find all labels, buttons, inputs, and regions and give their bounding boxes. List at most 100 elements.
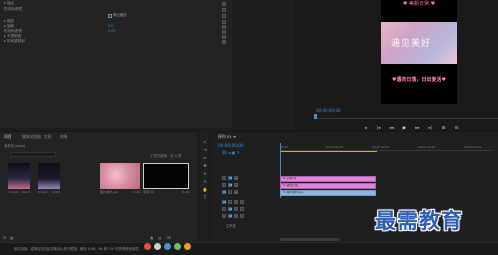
project-search-input[interactable] [10, 152, 56, 157]
track-toggle-button[interactable]: S [240, 214, 244, 218]
timeline-zoom-scrollbar[interactable] [280, 238, 340, 241]
program-preview-frame: ♥ 美颜日常 ♥ 遇见美好 ♥遇向日落，日出复活♥ [381, 0, 457, 104]
app-icon[interactable] [144, 243, 151, 250]
ruler-tick-label: 00;00;09;29 [372, 145, 390, 149]
track-toggle-button[interactable]: V3 [228, 176, 232, 180]
app-icon[interactable] [184, 243, 191, 250]
new-bin-icon[interactable]: ▤ [158, 236, 161, 240]
effect-property-label: ▸ 时间重映射 [4, 39, 25, 43]
effect-property-value[interactable]: 0.00 [108, 29, 116, 34]
timeline-timecode[interactable]: 00;00;00;00 [218, 143, 244, 148]
tools-panel: ▸ ⇥ ⇔ ✥ ⌖ ✎ ✋ T [198, 131, 210, 255]
track-toggle-button[interactable]: M [234, 200, 238, 204]
ruler-tick-label: 00;00 [280, 145, 289, 149]
reset-icon[interactable] [222, 1, 226, 6]
reset-icon[interactable] [222, 29, 226, 34]
track-toggle-button[interactable]: 6 [222, 207, 226, 211]
tab-sequence-01[interactable]: 序列 01 ≡ [218, 134, 236, 140]
transport-icon[interactable]: ◂◂ [388, 126, 395, 131]
icon-view-icon[interactable]: ▦ [10, 236, 13, 240]
track-toggle-button[interactable]: ◉ [234, 183, 238, 187]
thumbnail-image [100, 163, 140, 189]
tool-icon[interactable]: ✎ [202, 179, 208, 184]
thumbnail-image [38, 163, 60, 189]
list-view-icon[interactable]: ☰ [3, 236, 6, 240]
clip-v3[interactable]: fx 字幕 01 [280, 176, 376, 182]
transport-icon[interactable]: |◂ [375, 126, 382, 131]
transport-icon[interactable]: ⊟ [453, 126, 460, 131]
keyframe-area[interactable] [234, 0, 294, 128]
track-toggle-button[interactable]: M [234, 214, 238, 218]
tool-icon[interactable]: ⇔ [202, 155, 208, 160]
track-toggle-button[interactable]: A3 [228, 214, 232, 218]
thumbnail-duration: 4;29 [133, 190, 140, 194]
status-text: 单击选择，或单击空白处并拖动以进行框选。使用 Shift、Alt 和 Ctrl … [14, 247, 142, 251]
track-header-a3[interactable]: 6 A3 M S [222, 214, 246, 222]
new-item-icon[interactable]: ▣ [150, 236, 153, 240]
track-toggle-button[interactable]: 6 [222, 214, 226, 218]
transport-icon[interactable]: ▸▸ [414, 126, 421, 131]
project-thumbnail[interactable]: 2.mp4 10;00 [38, 163, 60, 194]
reset-icon[interactable] [222, 19, 226, 24]
reset-icon[interactable] [222, 24, 226, 29]
preview-top-caption: ♥ 美颜日常 ♥ [402, 1, 436, 7]
program-playhead[interactable] [314, 114, 317, 119]
clip-v1[interactable]: fx 图片素材.jpg [280, 190, 376, 196]
track-header-v1[interactable]: V1 6 ◉ [222, 190, 240, 198]
thumbnail-label: 2.mp4 [38, 190, 48, 194]
play-icon[interactable]: ▶ [401, 126, 408, 131]
track-toggle-button[interactable]: A1 [222, 200, 226, 204]
tool-icon[interactable]: ✥ [202, 163, 208, 168]
reset-icon[interactable] [222, 34, 226, 39]
project-thumbnail[interactable]: 图片素材.jpg 4;29 [100, 163, 140, 194]
track-toggle-button[interactable]: ◉ [234, 190, 238, 194]
preview-bottom-caption: ♥遇向日落，日出复活♥ [392, 77, 446, 83]
thumbnail-duration: 10;00 [51, 190, 60, 194]
uniform-scale-checkbox[interactable] [108, 14, 112, 18]
track-toggle-button[interactable]: 6 [222, 176, 226, 180]
tool-icon[interactable]: ⌖ [202, 171, 208, 176]
timeline-tool-icons[interactable]: ⛓ ◂ ▣ ✎ [222, 150, 240, 155]
project-tab[interactable]: 效果 [60, 134, 68, 140]
project-thumbnail[interactable]: 字幕 01 4;29 [143, 163, 189, 194]
effect-property-label: 防闪烁滤镜 [4, 7, 22, 11]
app-icon[interactable] [164, 243, 171, 250]
work-area-bar[interactable] [280, 151, 377, 152]
timeline-ruler[interactable]: 00;00 00;00;04;29 00;00;09;29 00;00;14;29 00… [280, 143, 492, 151]
effect-property-value[interactable]: 等比缩放 [113, 13, 127, 18]
project-tab[interactable]: 信息 [44, 134, 52, 140]
clip-v2[interactable]: fx 遇向日落 [280, 183, 376, 189]
transport-icon[interactable]: ▸| [427, 126, 434, 131]
reset-icon[interactable] [222, 13, 226, 18]
track-toggle-button[interactable]: M [234, 207, 238, 211]
track-toggle-button[interactable]: S [240, 200, 244, 204]
transport-icon[interactable]: ◂ [362, 126, 369, 131]
track-toggle-button[interactable]: V2 [228, 183, 232, 187]
project-thumbnail[interactable]: 1.mp4 10;21 [8, 163, 30, 194]
thumbnail-label: 图片素材.jpg [100, 190, 118, 194]
program-timecode[interactable]: 00;00;00;00 [316, 108, 340, 113]
tool-icon[interactable]: ✋ [202, 187, 208, 192]
project-tab[interactable]: 项目 [4, 134, 12, 140]
transport-icon[interactable]: ⊞ [440, 126, 447, 131]
delete-icon[interactable]: ⌫ [166, 236, 171, 240]
project-tab[interactable]: 媒体浏览器 [22, 134, 41, 140]
preview-overlay-title: 遇见美好 [391, 39, 432, 49]
watermark-logo: 最需教育 [375, 208, 463, 233]
track-toggle-button[interactable]: 6 [228, 190, 232, 194]
track-toggle-button[interactable]: 6 [228, 200, 232, 204]
ruler-tick-label: 00;00;14;29 [418, 145, 436, 149]
reset-icon[interactable] [222, 39, 226, 44]
tool-icon[interactable]: ▸ [202, 139, 208, 144]
track-toggle-button[interactable]: A2 [228, 207, 232, 211]
track-toggle-button[interactable]: S [240, 207, 244, 211]
track-toggle-button[interactable]: V1 [222, 190, 226, 194]
reset-icon[interactable] [222, 7, 226, 12]
tool-icon[interactable]: T [202, 195, 208, 200]
track-toggle-button[interactable]: ◉ [234, 176, 238, 180]
track-toggle-button[interactable]: 6 [222, 183, 226, 187]
program-time-ruler[interactable] [314, 114, 498, 119]
tool-icon[interactable]: ⇥ [202, 147, 208, 152]
app-icon[interactable] [174, 243, 181, 250]
app-icon[interactable] [154, 243, 161, 250]
